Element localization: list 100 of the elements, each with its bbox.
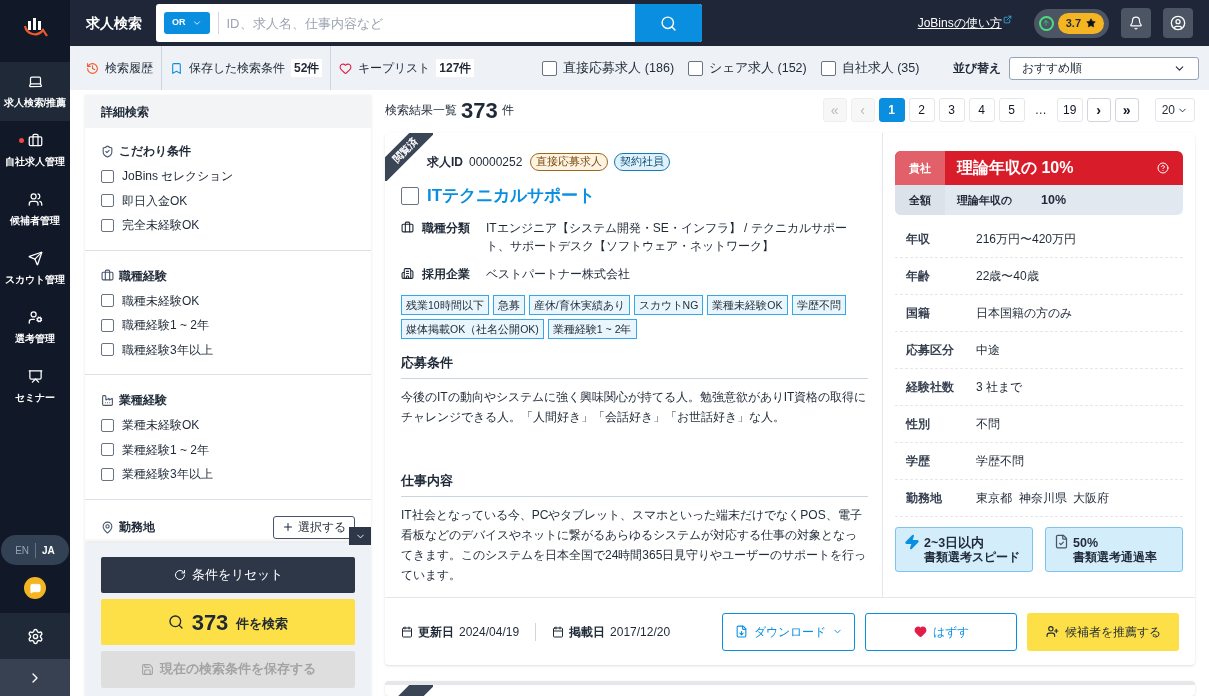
results-unit: 件 (501, 102, 514, 119)
detail-value: 東京都 神奈川県 大阪府 (976, 490, 1110, 507)
section-heading: 仕事内容 (401, 470, 868, 497)
checkbox[interactable] (542, 60, 558, 76)
star-icon (1086, 18, 1096, 28)
page-nav-button[interactable]: › (1086, 98, 1111, 122)
nav-item[interactable]: 自社求人管理 (0, 121, 70, 180)
toolbar-link[interactable]: 検索履歴 (105, 59, 153, 77)
checkbox[interactable] (820, 60, 836, 76)
download-button[interactable]: ダウンロード (722, 612, 855, 651)
job-badge: 契約社員 (614, 153, 671, 171)
info-label: 採用企業 (422, 265, 471, 283)
checkbox[interactable] (101, 294, 114, 308)
recommend-button[interactable]: 候補者を推薦する (1027, 612, 1179, 651)
section-heading: 応募条件 (401, 352, 868, 379)
nav-item[interactable]: 選考管理 (0, 298, 70, 357)
laptop-icon (27, 73, 43, 89)
page-button[interactable]: 5 (998, 98, 1025, 122)
per-page-dropdown[interactable]: 20 (1154, 98, 1195, 122)
shield-check-icon (101, 144, 114, 158)
sort-dropdown[interactable]: おすすめ順 (1009, 56, 1199, 80)
rating-badge: 3.7 (1057, 12, 1104, 34)
checkbox[interactable] (101, 443, 114, 457)
checkbox-label: 業種未経験OK (122, 417, 200, 435)
fee-label: 全額 (895, 185, 945, 215)
stat-label: 書類選考スピード (924, 549, 1020, 564)
checkbox[interactable] (101, 418, 114, 432)
document-check-icon (1054, 534, 1069, 549)
section-title: 職種経験 (119, 267, 167, 285)
language-switch[interactable]: EN JA (1, 535, 69, 565)
collapse-button[interactable] (349, 527, 371, 545)
notification-button[interactable] (1121, 8, 1151, 38)
checkbox[interactable] (101, 194, 114, 208)
id-label: 求人ID (427, 154, 463, 171)
select-button[interactable]: 選択する (273, 515, 355, 539)
page-title: 求人検索 (86, 13, 143, 33)
nav-item[interactable]: 求人検索/推薦 (0, 62, 70, 121)
heart-icon (913, 625, 927, 638)
ribbon-label: 閲覧済 (389, 134, 421, 166)
detail-label: 経験社数 (906, 379, 955, 396)
save-icon (140, 663, 154, 676)
info-label: 職種分類 (422, 219, 471, 237)
settings-button[interactable] (0, 613, 70, 659)
chat-button[interactable] (24, 577, 46, 599)
language-option[interactable]: EN (9, 542, 36, 558)
rating-pill[interactable]: 3.7 (1033, 8, 1109, 38)
page-button[interactable]: 19 (1056, 98, 1083, 122)
send-icon (27, 250, 43, 266)
job-tag: 業種経験1 ~ 2年 (547, 318, 637, 339)
search-submit-button[interactable]: 373 件を検索 (101, 599, 355, 645)
search-icon (167, 614, 184, 630)
detail-value: 3 社まで (976, 379, 1022, 396)
search-icon (660, 14, 677, 32)
page-button[interactable]: 2 (908, 98, 935, 122)
help-link[interactable]: JoBinsの使い方 (917, 14, 1002, 32)
checkbox[interactable] (401, 186, 419, 205)
stat-label: 書類選考通過率 (1073, 549, 1157, 564)
job-tag: 産休/育休実績あり (528, 294, 630, 315)
nav-label: 自社求人管理 (5, 154, 65, 169)
checkbox[interactable] (101, 467, 114, 481)
section-title: 勤務地 (119, 519, 155, 536)
panel-title: 詳細検索 (101, 103, 149, 121)
nav-label: スカウト管理 (5, 272, 65, 287)
checkbox-label: 即日入金OK (122, 192, 188, 210)
checkbox[interactable] (101, 169, 114, 183)
fee-label: 貴社 (895, 151, 945, 185)
page-button[interactable]: 3 (938, 98, 965, 122)
heart-icon (339, 61, 353, 75)
checkbox[interactable] (688, 60, 704, 76)
toolbar-link[interactable]: キープリスト (358, 59, 431, 77)
account-button[interactable] (1163, 8, 1193, 38)
toolbar-link[interactable]: 保存した検索条件 (189, 59, 285, 77)
checkbox[interactable] (101, 218, 114, 232)
remove-button[interactable]: はずす (865, 612, 1017, 651)
date-label: 更新日 (418, 623, 454, 641)
job-tag: 業種未経験OK (707, 294, 788, 315)
checkbox[interactable] (101, 343, 114, 357)
section-text: IT社会となっている今、PCやタブレット、スマホといった端末だけでなくPOS、電子看板などのデバイスやネットに繋がるあらゆるシステムが対応する仕事の対象となってきます。このシステムを日本全国で24時間365日見守りやユーザーのサポートを行っています。 (401, 507, 868, 584)
user-plus-icon (1045, 625, 1059, 638)
detail-label: 年齢 (906, 268, 931, 285)
checkbox-label: 自社求人 (35) (841, 59, 920, 77)
checkbox[interactable] (101, 318, 114, 332)
map-pin-icon (101, 520, 114, 534)
nav-item[interactable]: スカウト管理 (0, 239, 70, 298)
fee-text: 理論年収の 10% (955, 158, 1075, 178)
plus-icon (282, 521, 294, 533)
detail-label: 国籍 (906, 305, 931, 322)
job-badge: 直接応募求人 (530, 153, 609, 171)
users-icon (27, 191, 43, 207)
nav-item[interactable]: セミナー (0, 357, 70, 416)
page-button[interactable]: 4 (968, 98, 995, 122)
bell-icon (1129, 16, 1143, 30)
language-option[interactable]: JA (35, 542, 61, 558)
help-icon[interactable] (1157, 162, 1169, 174)
nav-item[interactable]: 候補者管理 (0, 180, 70, 239)
lightning-icon (904, 534, 920, 550)
detail-value: 216万円〜420万円 (976, 231, 1077, 248)
reset-button[interactable]: 条件をリセット (101, 557, 355, 593)
page-nav-button[interactable]: » (1114, 98, 1139, 122)
nav-label: 選考管理 (15, 331, 55, 346)
